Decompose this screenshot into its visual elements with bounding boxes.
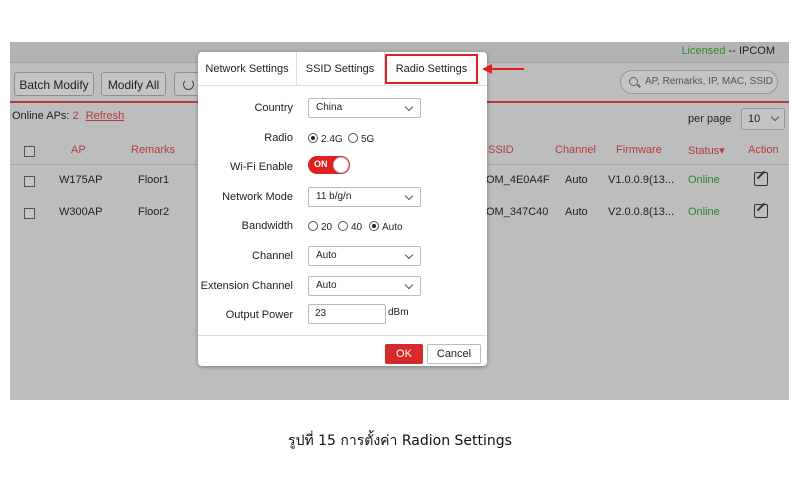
table-cell-channel: Auto: [565, 174, 588, 186]
per-page-value: 10: [748, 113, 761, 125]
refresh-link[interactable]: Refresh: [86, 110, 125, 122]
radio-settings-dialog: Network Settings SSID Settings Radio Set…: [198, 52, 487, 366]
output-power-input[interactable]: 23: [308, 304, 386, 324]
bandwidth-option-label: Auto: [382, 222, 403, 233]
chevron-down-icon: [770, 112, 780, 122]
bandwidth-option-label: 40: [351, 222, 363, 233]
table-cell-status: Online: [688, 174, 720, 186]
wifi-enable-label: Wi-Fi Enable: [230, 161, 293, 173]
select-all-checkbox[interactable]: [24, 146, 35, 157]
table-cell-firmware: V2.0.0.8(13...: [608, 206, 675, 218]
table-cell-remarks: Floor1: [138, 174, 170, 186]
radio-selected-dot: [308, 133, 318, 143]
column-header-action: Action: [748, 144, 779, 156]
chevron-down-icon: [404, 191, 414, 201]
radio-unselected-dot: [308, 221, 318, 231]
channel-select[interactable]: Auto: [308, 246, 421, 266]
radio-option-label: 2.4G: [321, 134, 343, 145]
batch-modify-button[interactable]: Batch Modify: [14, 72, 94, 96]
toggle-state-text: ON: [314, 159, 328, 169]
bandwidth-option-auto[interactable]: Auto: [369, 221, 403, 233]
table-cell-remarks: Floor2: [138, 206, 170, 218]
active-tab-highlight: [385, 54, 478, 84]
tab-bar-divider: [198, 85, 487, 86]
licensed-separator: --: [725, 45, 739, 57]
column-header-channel[interactable]: Channel: [555, 144, 596, 156]
wifi-enable-toggle[interactable]: ON: [308, 156, 350, 174]
table-cell-ssid: OM_347C40: [486, 206, 549, 218]
toggle-knob: [333, 157, 349, 173]
column-header-remarks[interactable]: Remarks: [131, 144, 175, 156]
modify-all-button[interactable]: Modify All: [101, 72, 166, 96]
brand-name: IPCOM: [738, 45, 775, 57]
chevron-down-icon: [404, 280, 414, 290]
license-status: Licensed -- IPCOM: [681, 45, 775, 57]
column-header-status[interactable]: Status▾: [688, 144, 725, 157]
edit-icon[interactable]: [754, 204, 768, 218]
output-power-unit: dBm: [388, 307, 409, 318]
per-page-select[interactable]: 10: [741, 108, 785, 130]
licensed-label: Licensed: [681, 45, 726, 57]
chevron-down-icon: [404, 102, 414, 112]
country-value: China: [316, 102, 343, 113]
online-aps-label: Online APs:: [12, 110, 70, 122]
search-input[interactable]: AP, Remarks, IP, MAC, SSID: [620, 70, 778, 94]
column-header-ssid[interactable]: SSID: [488, 144, 514, 156]
network-mode-value: 11 b/g/n: [316, 191, 352, 202]
chevron-down-icon: [404, 250, 414, 260]
bandwidth-label: Bandwidth: [241, 220, 293, 232]
edit-icon[interactable]: [754, 172, 768, 186]
tab-ssid-settings[interactable]: SSID Settings: [296, 52, 384, 85]
network-mode-select[interactable]: 11 b/g/n: [308, 187, 421, 207]
search-placeholder: AP, Remarks, IP, MAC, SSID: [645, 76, 774, 87]
online-aps-status: Online APs: 2 Refresh: [12, 110, 124, 122]
power-icon: [182, 79, 194, 90]
output-power-label: Output Power: [225, 309, 293, 321]
table-cell-status: Online: [688, 206, 720, 218]
radio-label: Radio: [264, 132, 293, 144]
arrow-left-icon: [482, 64, 492, 74]
bandwidth-option-20[interactable]: 20: [308, 221, 332, 233]
tab-network-settings[interactable]: Network Settings: [198, 52, 296, 85]
table-cell-channel: Auto: [565, 206, 588, 218]
cancel-button[interactable]: Cancel: [427, 344, 481, 364]
row-checkbox[interactable]: [24, 208, 35, 219]
dialog-footer-divider: [198, 335, 487, 336]
annotation-arrow-line: [490, 68, 524, 70]
online-aps-count: 2: [72, 110, 79, 122]
radio-selected-dot: [369, 221, 379, 231]
column-header-ap[interactable]: AP: [71, 144, 86, 156]
extension-channel-label: Extension Channel: [200, 280, 293, 292]
table-cell-ap: W300AP: [59, 206, 103, 218]
row-checkbox[interactable]: [24, 176, 35, 187]
search-icon: [629, 77, 638, 86]
bandwidth-option-40[interactable]: 40: [338, 221, 362, 233]
network-mode-label: Network Mode: [222, 191, 293, 203]
table-cell-ssid: OM_4E0A4F: [486, 174, 550, 186]
radio-option-2-4g[interactable]: 2.4G: [308, 133, 343, 145]
figure-caption: รูปที่ 15 การตั้งค่า Radion Settings: [288, 433, 512, 449]
table-cell-firmware: V1.0.0.9(13...: [608, 174, 675, 186]
ok-button[interactable]: OK: [385, 344, 423, 364]
channel-value: Auto: [316, 250, 337, 261]
radio-option-label: 5G: [361, 134, 375, 145]
per-page-label: per page: [688, 113, 732, 125]
radio-unselected-dot: [348, 133, 358, 143]
table-cell-ap: W175AP: [59, 174, 103, 186]
column-header-firmware[interactable]: Firmware: [616, 144, 662, 156]
radio-unselected-dot: [338, 221, 348, 231]
country-select[interactable]: China: [308, 98, 421, 118]
bandwidth-option-label: 20: [321, 222, 333, 233]
channel-label: Channel: [252, 250, 293, 262]
extension-channel-value: Auto: [316, 280, 337, 291]
radio-option-5g[interactable]: 5G: [348, 133, 374, 145]
country-label: Country: [254, 102, 293, 114]
extension-channel-select[interactable]: Auto: [308, 276, 421, 296]
